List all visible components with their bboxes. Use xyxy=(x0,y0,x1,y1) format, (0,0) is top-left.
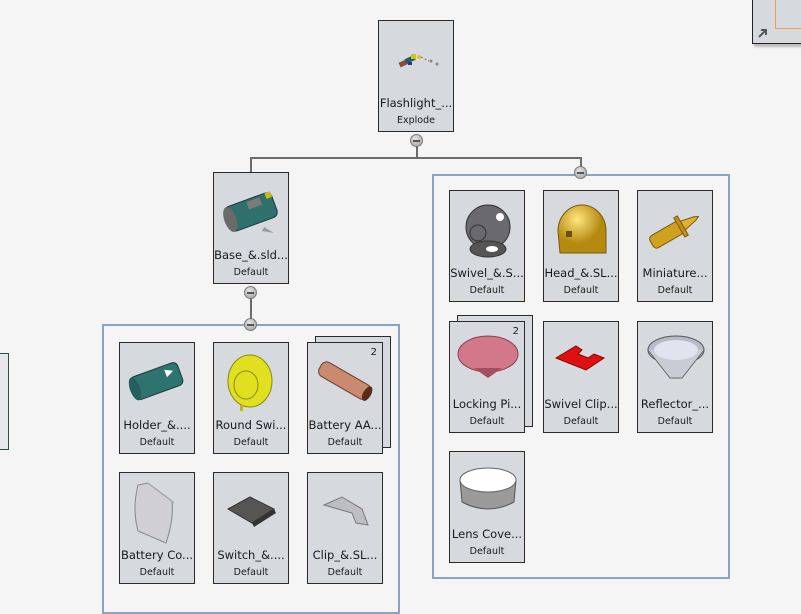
node-config: Default xyxy=(469,546,505,557)
collapse-root-button[interactable] xyxy=(410,134,423,147)
node-swivel-clip[interactable]: Swivel Clip... Default xyxy=(543,321,619,433)
minimap-viewport[interactable] xyxy=(775,0,801,29)
battery-aa-part-icon xyxy=(318,361,373,401)
node-lens-cover[interactable]: Lens Cove... Default xyxy=(449,451,525,563)
node-name: Switch_&.... xyxy=(217,548,285,562)
node-config: Default xyxy=(657,285,693,296)
node-config: Default xyxy=(469,416,505,427)
node-name: Lens Cove... xyxy=(451,527,523,541)
node-miniature-bulb[interactable]: Miniature... Default xyxy=(637,190,713,302)
node-holder[interactable]: Holder_&.... Default xyxy=(119,342,195,454)
node-config: Default xyxy=(469,285,505,296)
node-name: Swivel Clip... xyxy=(544,397,618,411)
node-swivel[interactable]: Swivel_&.S... Default xyxy=(449,190,525,302)
node-name: Base_&.sld... xyxy=(214,248,288,262)
connector-line xyxy=(250,157,252,173)
reflector-part-icon xyxy=(647,335,705,379)
flashlight-assembly-exploded-icon xyxy=(398,54,439,68)
node-config: Default xyxy=(139,567,175,578)
node-name: Locking Pi... xyxy=(452,397,522,411)
node-name: Flashlight_... xyxy=(379,96,453,110)
node-config: Explode xyxy=(397,115,435,126)
node-config: Default xyxy=(563,285,599,296)
node-config: Default xyxy=(233,567,269,578)
collapse-right-group-button[interactable] xyxy=(574,166,587,179)
lens-cover-part-icon xyxy=(459,467,517,510)
swivel-clip-part-icon xyxy=(554,345,606,371)
connector-line xyxy=(250,157,581,159)
node-round-switch[interactable]: Round Swi... Default xyxy=(213,342,289,454)
node-config: Default xyxy=(233,267,269,278)
base-housing-icon xyxy=(223,191,278,233)
node-locking-pin[interactable]: 2 Locking Pi... Default xyxy=(449,321,525,433)
locking-pin-part-icon xyxy=(457,335,519,378)
node-head[interactable]: Head_&.SL... Default xyxy=(543,190,619,302)
clip-part-icon xyxy=(322,496,369,526)
node-base-subassembly[interactable]: Base_&.sld... Default xyxy=(213,172,289,284)
node-config: Default xyxy=(327,437,363,448)
node-battery-aa[interactable]: 2 Battery AA... Default xyxy=(307,342,383,454)
offscreen-node-edge[interactable] xyxy=(0,353,9,450)
node-name: Head_&.SL... xyxy=(544,266,618,280)
node-name: Miniature... xyxy=(642,266,708,280)
node-name: Clip_&.SL... xyxy=(312,548,378,562)
node-reflector[interactable]: Reflector_... Default xyxy=(637,321,713,433)
round-switch-part-icon xyxy=(227,354,273,411)
miniature-bulb-part-icon xyxy=(649,215,700,249)
minimap[interactable] xyxy=(752,0,801,44)
node-clip[interactable]: Clip_&.SL... Default xyxy=(307,472,383,584)
node-name: Holder_&.... xyxy=(123,418,191,432)
node-config: Default xyxy=(657,416,693,427)
node-root-assembly[interactable]: Flashlight_... Explode xyxy=(378,20,454,132)
node-name: Reflector_... xyxy=(640,397,710,411)
holder-part-icon xyxy=(128,362,184,401)
node-switch[interactable]: Switch_&.... Default xyxy=(213,472,289,584)
node-config: Default xyxy=(327,567,363,578)
collapse-left-group-button[interactable] xyxy=(244,318,257,331)
quantity-badge: 2 xyxy=(512,326,519,337)
battery-cover-part-icon xyxy=(134,482,175,544)
swivel-part-icon xyxy=(465,204,511,258)
node-config: Default xyxy=(139,437,175,448)
node-config: Default xyxy=(233,437,269,448)
node-name: Battery AA... xyxy=(308,418,382,432)
node-battery-cover[interactable]: Battery Co... Default xyxy=(119,472,195,584)
node-name: Battery Co... xyxy=(120,548,194,562)
node-name: Swivel_&.S... xyxy=(450,266,524,280)
quantity-badge: 2 xyxy=(370,347,377,358)
expand-arrow-icon[interactable] xyxy=(757,27,769,39)
node-config: Default xyxy=(563,416,599,427)
switch-part-icon xyxy=(226,496,276,527)
assembly-tree-canvas[interactable]: Flashlight_... Explode Base_&.sld... Def… xyxy=(0,0,801,614)
head-part-icon xyxy=(557,204,607,254)
node-name: Round Swi... xyxy=(215,418,287,432)
collapse-base-button[interactable] xyxy=(244,286,257,299)
